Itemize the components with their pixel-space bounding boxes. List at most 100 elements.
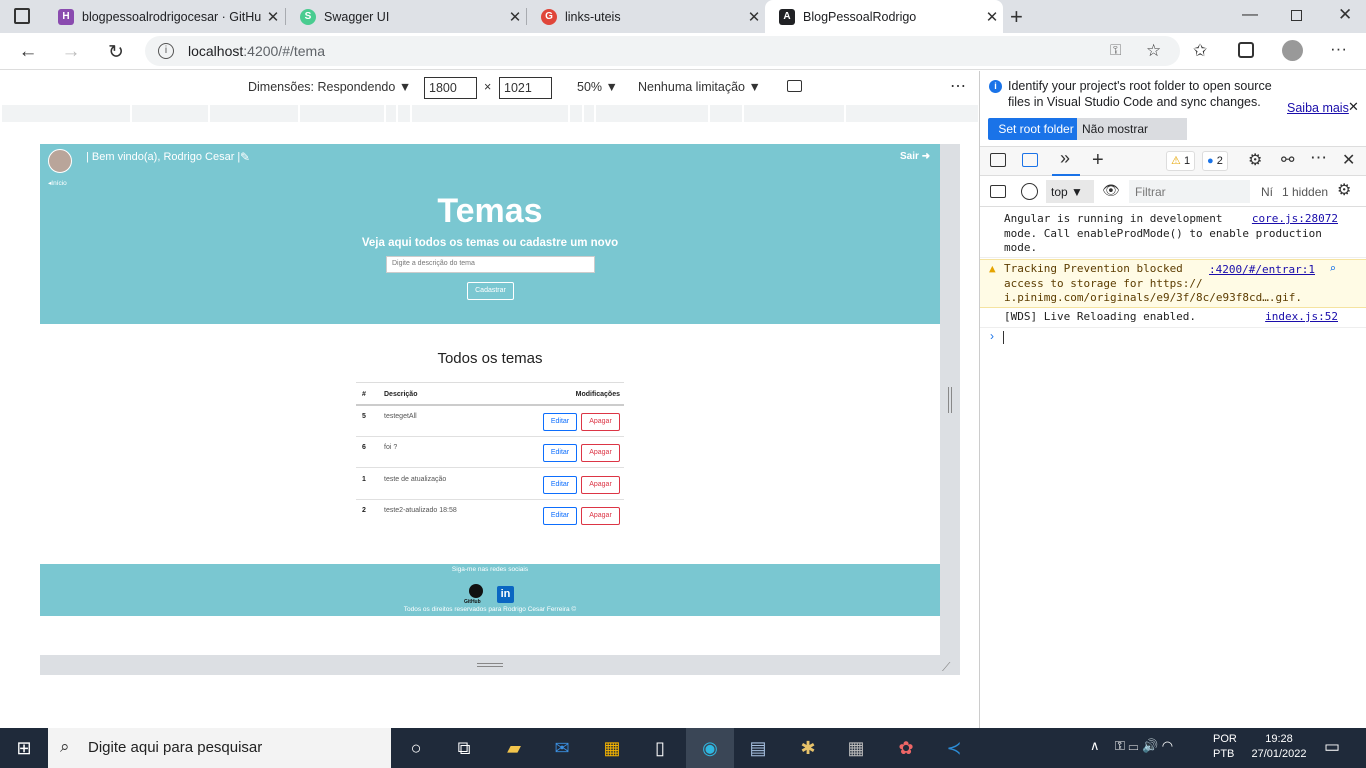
close-window-button[interactable]: ✕ — [1338, 5, 1352, 25]
devtools-more-icon[interactable]: ⋯ — [1310, 148, 1327, 168]
chevron-down-icon: ▼ — [605, 80, 618, 94]
tab-label: blogpessoalrodrigocesar · GitHub — [82, 9, 262, 24]
back-button[interactable]: ← — [14, 38, 42, 66]
file-explorer-icon[interactable]: ▰ — [490, 728, 538, 768]
vscode-icon[interactable]: ≺ — [930, 728, 978, 768]
close-tab-icon[interactable]: ✕ — [743, 8, 765, 26]
viewport-right-handle[interactable] — [940, 144, 960, 675]
filter-input[interactable]: Filtrar — [1129, 180, 1250, 203]
tab-github[interactable]: H blogpessoalrodrigocesar · GitHub ✕ — [44, 0, 284, 33]
devtools-panel: i Identify your project's root folder to… — [980, 71, 1366, 728]
register-button[interactable]: Cadastrar — [467, 282, 514, 300]
key-icon[interactable]: ⚿ — [1110, 42, 1121, 59]
browser-toolbar: ← → ↻ i localhost:4200/#/tema ⚿ ☆ ✩ ··· — [0, 33, 1366, 70]
paint-icon[interactable]: ✱ — [784, 728, 832, 768]
maximize-button[interactable] — [1291, 10, 1302, 21]
clock[interactable]: 19:28 27/01/2022 — [1247, 733, 1311, 760]
set-root-folder-button[interactable]: Set root folder — [988, 118, 1084, 140]
mail-icon[interactable]: ✉ — [538, 728, 586, 768]
edit-button[interactable]: Editar — [543, 476, 577, 494]
clear-console-icon[interactable] — [1021, 183, 1038, 200]
log-levels-dropdown[interactable]: Ní — [1261, 185, 1273, 199]
forward-button[interactable]: → — [57, 38, 85, 66]
viewport-bottom-handle[interactable]: ⟋ — [40, 655, 960, 675]
logout-link[interactable]: Sair ➜ — [900, 151, 930, 162]
edit-button[interactable]: Editar — [543, 444, 577, 462]
favorites-icon[interactable]: ✩ — [1193, 41, 1207, 61]
tab-links-uteis[interactable]: G links-uteis ✕ — [527, 0, 765, 33]
close-tab-icon[interactable]: ✕ — [981, 8, 1003, 26]
github-icon[interactable] — [469, 584, 483, 598]
connect-icon[interactable]: ⚯ — [1281, 150, 1294, 170]
profile-avatar[interactable] — [1282, 40, 1303, 61]
messages-badge[interactable]: ● 2 — [1202, 151, 1228, 171]
close-devtools-icon[interactable]: ✕ — [1342, 150, 1355, 170]
search-icon: ⌕ — [60, 737, 70, 756]
edit-profile-icon[interactable]: ✎ — [240, 150, 250, 164]
close-infobar-icon[interactable]: ✕ — [1348, 99, 1359, 115]
console-source-link[interactable]: core.js:28072 — [1252, 212, 1338, 227]
edit-button[interactable]: Editar — [543, 413, 577, 431]
theme-description-input[interactable]: Digite a descrição do tema — [386, 256, 595, 273]
calculator-icon[interactable]: ▦ — [832, 728, 880, 768]
edit-button[interactable]: Editar — [543, 507, 577, 525]
zoom-dropdown[interactable]: 50% ▼ — [577, 80, 618, 94]
delete-button[interactable]: Apagar — [581, 507, 620, 525]
cortana-icon[interactable]: ○ — [392, 728, 440, 768]
linkedin-icon[interactable]: in — [497, 586, 514, 603]
media-query-ruler[interactable] — [2, 105, 978, 122]
notifications-icon[interactable]: ▭ — [1324, 737, 1340, 757]
context-selector[interactable]: top ▼ — [1046, 180, 1094, 203]
sidebar-toggle-icon[interactable] — [990, 185, 1006, 198]
delete-button[interactable]: Apagar — [581, 476, 620, 494]
favorite-add-icon[interactable]: ☆ — [1146, 41, 1161, 61]
throttle-dropdown[interactable]: Nenhuma limitação ▼ — [638, 80, 761, 94]
paint-3d-icon[interactable]: ✿ — [882, 728, 930, 768]
taskbar-search[interactable]: ⌕ Digite aqui para pesquisar — [48, 728, 391, 768]
site-info-icon[interactable]: i — [158, 43, 174, 59]
notepad-icon[interactable]: ▯ — [636, 728, 684, 768]
edge-icon[interactable]: ◉ — [686, 728, 734, 768]
dimensions-dropdown[interactable]: Dimensões: Respondendo ▼ — [248, 80, 411, 94]
resize-corner-icon[interactable]: ⟋ — [942, 660, 950, 675]
tab-actions-icon[interactable] — [14, 8, 30, 24]
rotate-icon[interactable] — [787, 80, 802, 92]
more-panels-icon[interactable]: » — [1060, 148, 1070, 169]
settings-gear-icon[interactable]: ⚙ — [1248, 150, 1262, 170]
reload-button[interactable]: ↻ — [102, 38, 130, 66]
task-view-icon[interactable]: ⧉ — [440, 728, 488, 768]
device-more-icon[interactable]: ⋯ — [950, 76, 966, 96]
console-source-link[interactable]: :4200/#/entrar:1 — [1209, 263, 1315, 278]
device-toggle-icon[interactable] — [1022, 153, 1038, 167]
height-input[interactable]: 1021 — [499, 77, 552, 99]
tray-icons[interactable]: ⚿ ▭ 🔊 ◠ — [1115, 738, 1173, 754]
minimize-button[interactable]: — — [1242, 6, 1258, 24]
settings-more-icon[interactable]: ··· — [1330, 39, 1347, 59]
close-tab-icon[interactable]: ✕ — [262, 8, 284, 26]
console-source-link[interactable]: index.js:52 — [1265, 310, 1338, 325]
store-icon[interactable]: ▦ — [588, 728, 636, 768]
tab-blog-active[interactable]: A BlogPessoalRodrigo ✕ — [765, 0, 1003, 33]
language-indicator[interactable]: POR PTB — [1213, 733, 1237, 760]
new-tab-button[interactable]: + — [1010, 4, 1023, 30]
console-prompt-icon[interactable]: › — [990, 329, 994, 343]
dont-show-again-button[interactable]: Não mostrar novamente — [1077, 118, 1187, 158]
add-panel-icon[interactable]: + — [1092, 149, 1104, 172]
warnings-badge[interactable]: ⚠ 1 — [1166, 151, 1196, 171]
close-tab-icon[interactable]: ✕ — [504, 8, 526, 26]
learn-more-link[interactable]: Saiba mais — [1287, 101, 1349, 115]
start-button[interactable]: ⊞ — [0, 728, 48, 768]
search-icon[interactable]: ⌕ — [1329, 262, 1336, 277]
console-settings-icon[interactable]: ⚙ — [1337, 180, 1351, 200]
console-caret[interactable] — [1003, 331, 1004, 344]
live-expression-icon[interactable]: 👁 — [1102, 182, 1120, 199]
delete-button[interactable]: Apagar — [581, 444, 620, 462]
inspect-icon[interactable] — [990, 153, 1006, 167]
tray-chevron-icon[interactable]: ∧ — [1090, 738, 1100, 754]
delete-button[interactable]: Apagar — [581, 413, 620, 431]
tab-swagger[interactable]: S Swagger UI ✕ — [286, 0, 526, 33]
app-icon[interactable]: ▤ — [734, 728, 782, 768]
home-link[interactable]: ◂Início — [48, 179, 67, 187]
collections-icon[interactable] — [1238, 42, 1254, 58]
width-input[interactable]: 1800 — [424, 77, 477, 99]
